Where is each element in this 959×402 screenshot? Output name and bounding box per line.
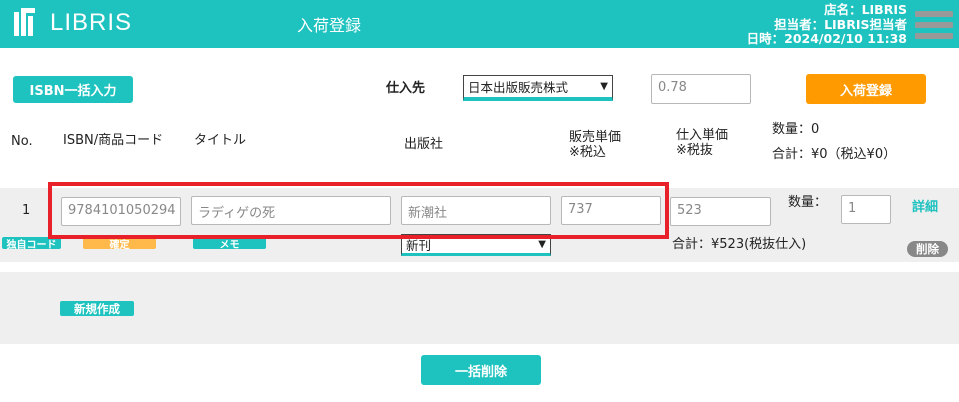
col-no: No. [11,134,33,149]
header-info: 店名：LIBRIS 担当者：LIBRIS担当者 日時：2024/02/10 11… [746,2,907,47]
quantity-summary: 数量：0 [772,122,820,137]
staff-name: 担当者：LIBRIS担当者 [774,16,907,32]
rate-input[interactable]: 0.78 [651,74,751,104]
row-subtotal: 合計：¥523(税抜仕入) [672,237,807,252]
quantity-label: 数量： [788,195,828,210]
condition-select[interactable]: 新刊 ▼ [401,234,551,256]
app-header: LIBRIS 入荷登録 店名：LIBRIS 担当者：LIBRIS担当者 日時：2… [0,0,959,48]
supplier-select-value: 日本出版販売株式 [468,80,569,95]
delete-row-button[interactable]: 削除 [907,241,948,257]
register-arrival-button[interactable]: 入荷登録 [806,74,926,104]
store-name: 店名：LIBRIS [824,2,907,17]
page-title: 入荷登録 [297,16,362,35]
quantity-input[interactable]: 1 [841,195,891,224]
logo-text: LIBRIS [50,9,133,36]
supplier-label: 仕入先 [386,81,426,96]
condition-select-value: 新刊 [406,237,432,253]
supplier-select[interactable]: 日本出版販売株式 ▼ [463,75,613,101]
col-sell-price-line2: ※税込 [569,145,606,160]
publisher-input[interactable]: 新潮社 [401,196,551,225]
create-new-button[interactable]: 新規作成 [60,301,134,316]
col-sell-price: 販売単価 ※税込 [569,130,621,160]
col-isbn: ISBN/商品コード [63,133,164,148]
buy-price-input[interactable]: 523 [670,197,771,226]
bulk-delete-button[interactable]: 一括削除 [421,355,541,385]
own-code-badge[interactable]: 独自コード [2,237,61,251]
chevron-down-icon: ▼ [600,81,608,92]
title-input[interactable]: ラディゲの死 [191,196,391,225]
total-summary: 合計：¥0（税込¥0） [772,147,897,162]
libris-logo-icon [14,8,42,38]
confirm-badge[interactable]: 確定 [83,237,156,251]
datetime: 日時：2024/02/10 11:38 [746,31,907,46]
col-buy-price-line2: ※税抜 [676,143,713,158]
new-entry-section [0,272,959,344]
isbn-input[interactable]: 9784101050294 [61,197,181,226]
col-sell-price-line1: 販売単価 [569,130,622,145]
logo: LIBRIS [14,8,132,38]
col-buy-price-line1: 仕入単価 [676,128,729,143]
isbn-bulk-input-button[interactable]: ISBN一括入力 [13,76,133,103]
col-publisher: 出版社 [404,137,444,152]
hamburger-menu-icon[interactable] [915,11,955,47]
row-number: 1 [22,203,31,218]
detail-link[interactable]: 詳細 [912,200,938,215]
col-title: タイトル [194,133,247,148]
col-buy-price: 仕入単価 ※税抜 [676,128,728,158]
chevron-down-icon: ▼ [538,238,546,250]
sell-price-input[interactable]: 737 [561,196,661,225]
memo-badge[interactable]: メモ [193,237,266,251]
